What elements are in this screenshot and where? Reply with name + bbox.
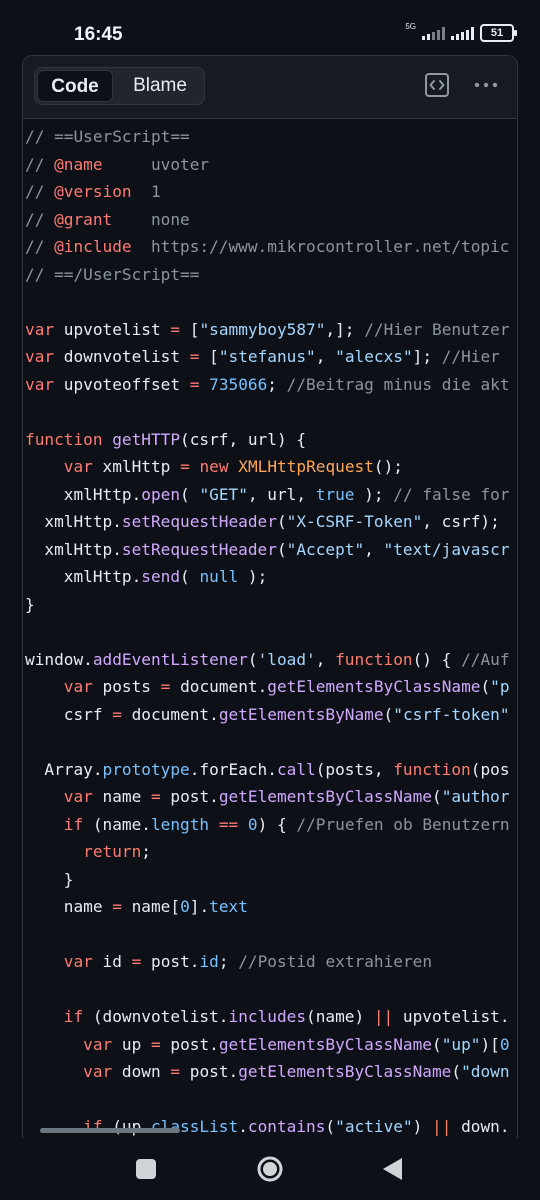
signal-strength-icon	[422, 26, 445, 40]
code-line: var up = post.getElementsByClassName("up…	[83, 1034, 510, 1054]
code-line: function getHTTP(csrf, url) {	[25, 429, 307, 449]
battery-icon: 51	[480, 24, 517, 42]
code-content[interactable]: // ==UserScript== // @name uvoter // @vers…	[23, 119, 517, 1156]
code-line: xmlHttp.setRequestHeader("Accept", "text…	[25, 539, 510, 559]
file-viewer-header: Code Blame	[23, 56, 517, 119]
code-line: // @grant none	[25, 209, 190, 229]
view-mode-toggle: Code Blame	[34, 67, 205, 105]
code-line: xmlHttp.setRequestHeader("X-CSRF-Token",…	[25, 512, 500, 531]
code-line: var upvotelist = ["sammyboy587",]; //Hie…	[25, 319, 510, 339]
code-line: xmlHttp.open( "GET", url, true ); // fal…	[25, 484, 510, 504]
code-line: var down = post.getElementsByClassName("…	[83, 1062, 510, 1081]
status-bar: 16:45 5G 51	[0, 0, 540, 54]
tab-code[interactable]: Code	[37, 70, 113, 102]
code-line: }	[25, 594, 35, 614]
code-line: return;	[83, 842, 151, 861]
status-icons: 5G 51	[405, 22, 517, 42]
code-line: var id = post.id; //Postid extrahieren	[63, 952, 433, 971]
back-icon[interactable]	[376, 1152, 410, 1186]
code-line: Array.prototype.forEach.call(posts, func…	[25, 759, 510, 779]
android-nav-bar	[0, 1138, 540, 1200]
code-line: var downvotelist = ["stefanus", "alecxs"…	[25, 347, 500, 366]
file-viewer-panel: Code Blame // ==UserScript== // @name uvo…	[22, 55, 518, 1157]
code-line: var upvoteoffset = 735066; //Beitrag min…	[25, 374, 510, 394]
code-line: // ==UserScript==	[25, 127, 190, 146]
code-line: var xmlHttp = new XMLHttpRequest();	[63, 457, 403, 476]
code-line: if (up.classList.contains("active") || d…	[83, 1117, 510, 1136]
home-icon[interactable]	[253, 1152, 287, 1186]
code-line: // @version 1	[25, 182, 161, 201]
more-options-icon[interactable]	[472, 70, 502, 100]
code-line: csrf = document.getElementsByName("csrf-…	[25, 704, 510, 724]
code-line: var posts = document.getElementsByClassN…	[63, 677, 510, 696]
code-line: window.addEventListener('load', function…	[25, 649, 510, 669]
status-time: 16:45	[74, 24, 123, 45]
code-line: name = name[0].text	[25, 897, 248, 916]
code-line: // ==/UserScript==	[25, 264, 200, 284]
horizontal-scrollbar[interactable]	[40, 1128, 180, 1133]
code-line: if (name.length == 0) { //Pruefen ob Ben…	[63, 814, 510, 834]
network-type-label: 5G	[405, 22, 416, 31]
code-view-icon[interactable]	[422, 70, 452, 100]
code-line: // @include https://www.mikrocontroller.…	[25, 237, 510, 256]
code-line: var name = post.getElementsByClassName("…	[63, 787, 510, 806]
code-line: // @name uvoter	[25, 154, 210, 174]
code-line: }	[25, 869, 74, 889]
code-line: xmlHttp.send( null );	[25, 567, 268, 586]
signal-strength-icon-2	[451, 26, 474, 40]
recent-apps-icon[interactable]	[129, 1152, 163, 1186]
code-line: if (downvotelist.includes(name) || upvot…	[63, 1007, 510, 1026]
tab-blame[interactable]: Blame	[117, 70, 203, 102]
